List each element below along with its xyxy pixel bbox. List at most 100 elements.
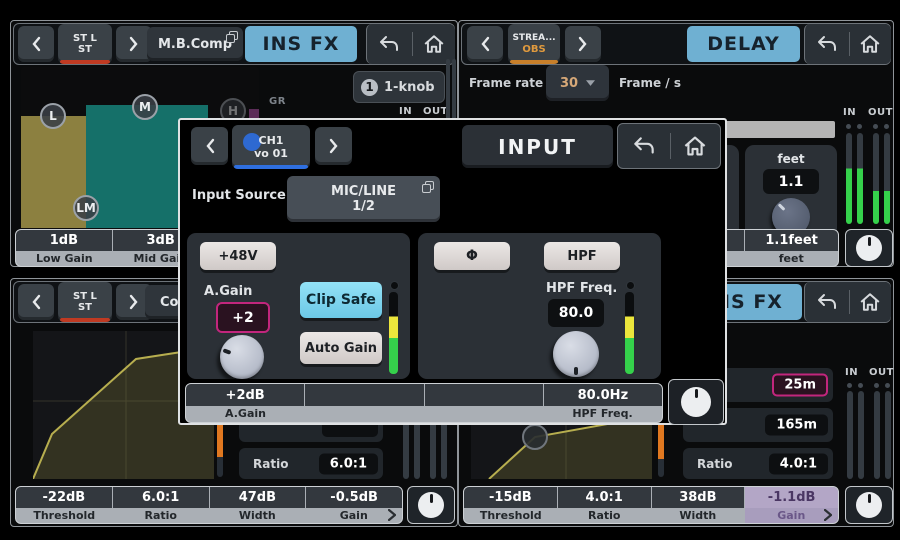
footer-value[interactable]: -22dB (16, 487, 112, 508)
meter-peak-dot (873, 124, 878, 129)
param-value[interactable]: 165m (765, 415, 828, 436)
channel-name-line1: STREA... (512, 33, 555, 44)
again-value[interactable]: +2 (216, 302, 270, 333)
undo-icon[interactable] (815, 292, 839, 312)
page-title-delay: DELAY (687, 26, 800, 62)
one-knob-button[interactable]: 1 1-knob (353, 71, 445, 103)
prev-channel-button[interactable] (191, 127, 228, 165)
effect-preset-button[interactable]: M.B.Comp (147, 27, 243, 61)
width-handle[interactable] (522, 424, 548, 450)
in-meter-l (846, 133, 852, 224)
phase-hpf-group: Φ HPF HPF Freq. 80.0 (418, 233, 661, 379)
out-meter-label: OUT (869, 367, 894, 378)
footer-label: Threshold (464, 508, 558, 523)
hpf-freq-value[interactable]: 80.0 (548, 299, 604, 327)
footer-value-selected[interactable]: -1.1dB (745, 487, 838, 508)
out-meter-r (884, 133, 890, 224)
clip-safe-button[interactable]: Clip Safe (300, 282, 382, 318)
footer-value[interactable] (425, 384, 543, 406)
channel-select-button[interactable]: CH1 vo 01 (232, 125, 310, 169)
channel-select-button[interactable]: ST L ST (58, 24, 112, 64)
channel-name-line1: ST L (73, 291, 97, 302)
frame-rate-unit: Frame / s (619, 76, 681, 90)
prev-channel-button[interactable] (18, 284, 54, 320)
band-handle-label: L (49, 109, 57, 123)
next-channel-button[interactable] (315, 127, 352, 165)
band-handle-label: LM (76, 201, 96, 215)
hpf-button[interactable]: HPF (544, 242, 620, 270)
home-icon[interactable] (859, 292, 881, 312)
footer-value[interactable] (305, 384, 423, 406)
phantom-48v-label: +48V (218, 249, 257, 264)
band-handle-lm[interactable]: LM (73, 195, 99, 221)
footer-value[interactable]: 80.0Hz (544, 384, 662, 406)
frame-rate-dropdown[interactable]: 30 (546, 65, 609, 101)
hpf-label: HPF (567, 249, 596, 264)
meter-peak-dot (885, 383, 890, 388)
clip-safe-label: Clip Safe (306, 292, 376, 308)
knob-pointer (574, 354, 578, 377)
knob-assign-button[interactable] (845, 486, 893, 524)
undo-icon[interactable] (631, 135, 657, 157)
undo-icon[interactable] (377, 34, 401, 54)
again-level-meter (389, 292, 398, 374)
band-handle-label: H (228, 104, 238, 118)
in-meter-label: IN (845, 367, 858, 378)
home-icon[interactable] (423, 34, 445, 54)
home-icon[interactable] (683, 135, 707, 157)
knob-assign-button[interactable] (845, 229, 893, 267)
phantom-48v-button[interactable]: +48V (200, 242, 276, 270)
band-handle-m[interactable]: M (132, 94, 158, 120)
channel-select-button[interactable]: ST L ST (58, 282, 112, 322)
prev-channel-button[interactable] (18, 26, 54, 62)
again-knob[interactable] (220, 335, 264, 379)
in-meter-label: IN (843, 107, 856, 118)
footer-value[interactable]: 1dB (16, 230, 112, 251)
hpf-freq-knob[interactable] (553, 331, 599, 377)
footer-value[interactable]: 1.1feet (745, 230, 838, 251)
param-footer: -15dB 4.0:1 38dB -1.1dB Threshold Ratio … (463, 486, 839, 524)
dialog-title-label: INPUT (498, 135, 577, 159)
ratio-row[interactable]: Ratio 4.0:1 (683, 448, 833, 479)
auto-gain-button[interactable]: Auto Gain (300, 332, 382, 364)
band-handle-l[interactable]: L (40, 103, 66, 129)
header-bar: ST L ST M.B.Comp INS FX (13, 23, 455, 65)
delay-feet-group: feet 1.1 (745, 145, 837, 238)
param-value[interactable]: 4.0:1 (769, 453, 828, 474)
param-footer: +2dB 80.0Hz A.Gain HPF Freq. (185, 383, 663, 423)
knob-assign-button[interactable] (407, 486, 455, 524)
more-params-chevron-icon[interactable] (824, 509, 832, 521)
input-source-button[interactable]: MIC/LINE 1/2 (287, 176, 440, 222)
footer-value[interactable]: -0.5dB (306, 487, 402, 508)
undo-icon[interactable] (815, 34, 839, 54)
footer-value[interactable]: 38dB (652, 487, 745, 508)
more-params-chevron-icon[interactable] (388, 509, 396, 521)
divider (412, 32, 413, 56)
footer-label: Threshold (16, 508, 113, 523)
footer-value[interactable]: +2dB (186, 384, 304, 406)
feet-value[interactable]: 1.1 (763, 169, 819, 194)
knob-icon (856, 492, 882, 518)
param-value[interactable]: 25m (772, 374, 828, 397)
prev-channel-button[interactable] (467, 26, 503, 62)
undo-home-group (804, 282, 891, 322)
channel-name-line2: OBS (522, 44, 545, 55)
footer-value[interactable]: 6.0:1 (113, 487, 209, 508)
footer-value[interactable]: 47dB (210, 487, 306, 508)
channel-color-bar (510, 60, 558, 64)
phase-button[interactable]: Φ (434, 242, 510, 270)
meter-peak-dot (847, 383, 852, 388)
home-icon[interactable] (859, 34, 881, 54)
knob-icon (856, 235, 882, 261)
out-meter-l (873, 133, 879, 224)
channel-select-button[interactable]: STREA... OBS (508, 24, 560, 64)
next-channel-button[interactable] (565, 26, 601, 62)
footer-value[interactable]: 4.0:1 (558, 487, 651, 508)
knob-assign-button[interactable] (668, 379, 724, 425)
param-value[interactable]: 6.0:1 (319, 453, 378, 474)
param-label: Ratio (253, 457, 288, 471)
footer-value[interactable]: -15dB (464, 487, 557, 508)
chevron-right-icon (578, 36, 588, 52)
caret-down-icon (586, 80, 595, 86)
ratio-row[interactable]: Ratio 6.0:1 (239, 448, 383, 479)
